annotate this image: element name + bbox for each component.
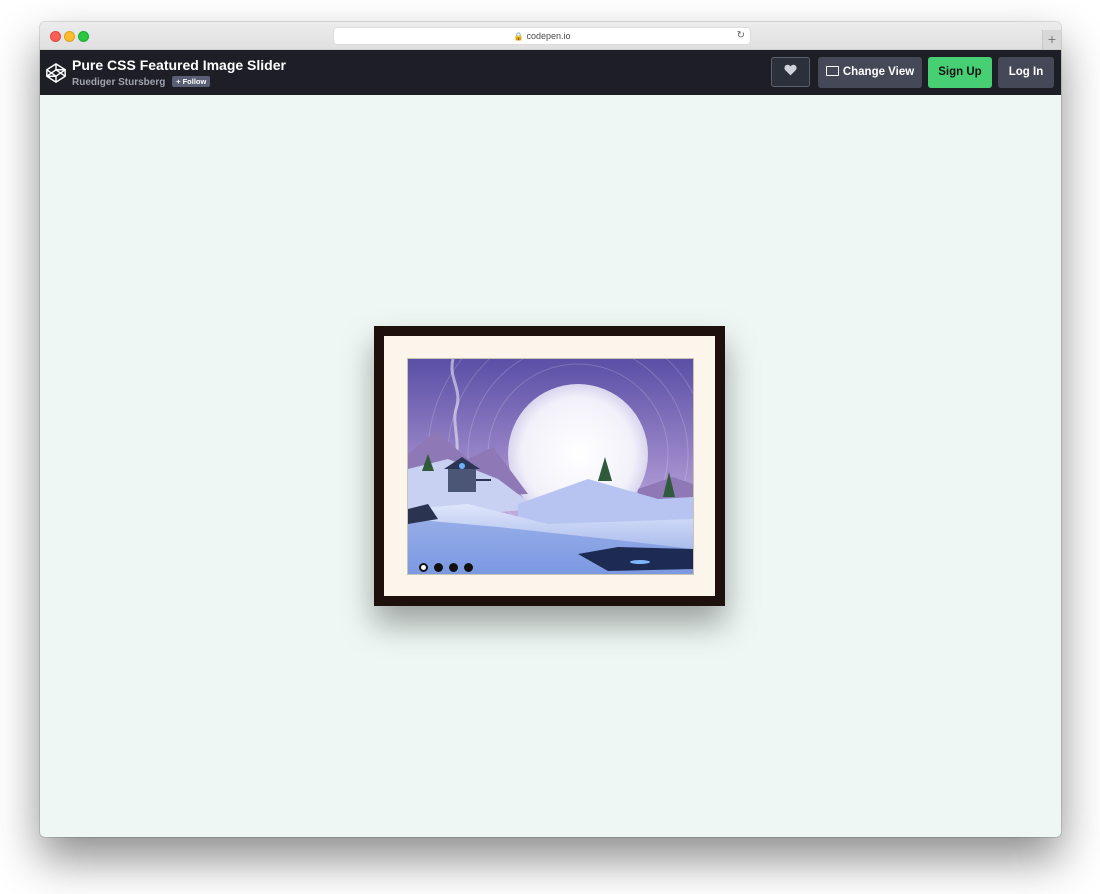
slide-dot-2[interactable] xyxy=(434,563,443,572)
pen-title: Pure CSS Featured Image Slider xyxy=(72,57,286,73)
picture-frame xyxy=(374,326,725,606)
change-view-label: Change View xyxy=(843,66,914,78)
picture-mat xyxy=(384,336,715,596)
lock-icon: 🔒 xyxy=(513,32,523,41)
maximize-window-button[interactable] xyxy=(78,31,89,42)
browser-window: 🔒codepen.io ↻ + Pure CSS Featured Image … xyxy=(40,22,1061,837)
change-view-button[interactable]: Change View xyxy=(818,57,922,88)
slider-image xyxy=(407,358,694,575)
follow-button[interactable]: + Follow xyxy=(172,76,210,87)
minimize-window-button[interactable] xyxy=(64,31,75,42)
codepen-logo-icon[interactable] xyxy=(45,62,67,84)
slide-dot-4[interactable] xyxy=(464,563,473,572)
change-view-icon xyxy=(826,66,839,76)
slide-dot-1[interactable] xyxy=(419,563,428,572)
new-tab-button[interactable]: + xyxy=(1042,30,1061,49)
browser-titlebar: 🔒codepen.io ↻ + xyxy=(40,22,1061,50)
winter-landscape-illustration xyxy=(408,359,693,574)
url-text: codepen.io xyxy=(526,31,570,41)
log-in-button[interactable]: Log In xyxy=(998,57,1054,88)
sign-up-button[interactable]: Sign Up xyxy=(928,57,992,88)
reload-icon[interactable]: ↻ xyxy=(737,28,745,44)
like-button[interactable] xyxy=(771,57,810,87)
codepen-header: Pure CSS Featured Image Slider Ruediger … xyxy=(40,50,1061,95)
address-bar[interactable]: 🔒codepen.io ↻ xyxy=(333,27,751,45)
author-line: Ruediger Stursberg + Follow xyxy=(72,76,210,88)
close-window-button[interactable] xyxy=(50,31,61,42)
slide-dot-3[interactable] xyxy=(449,563,458,572)
slider-pagination xyxy=(419,559,479,575)
heart-icon xyxy=(784,64,797,76)
author-name[interactable]: Ruediger Stursberg xyxy=(72,77,165,88)
